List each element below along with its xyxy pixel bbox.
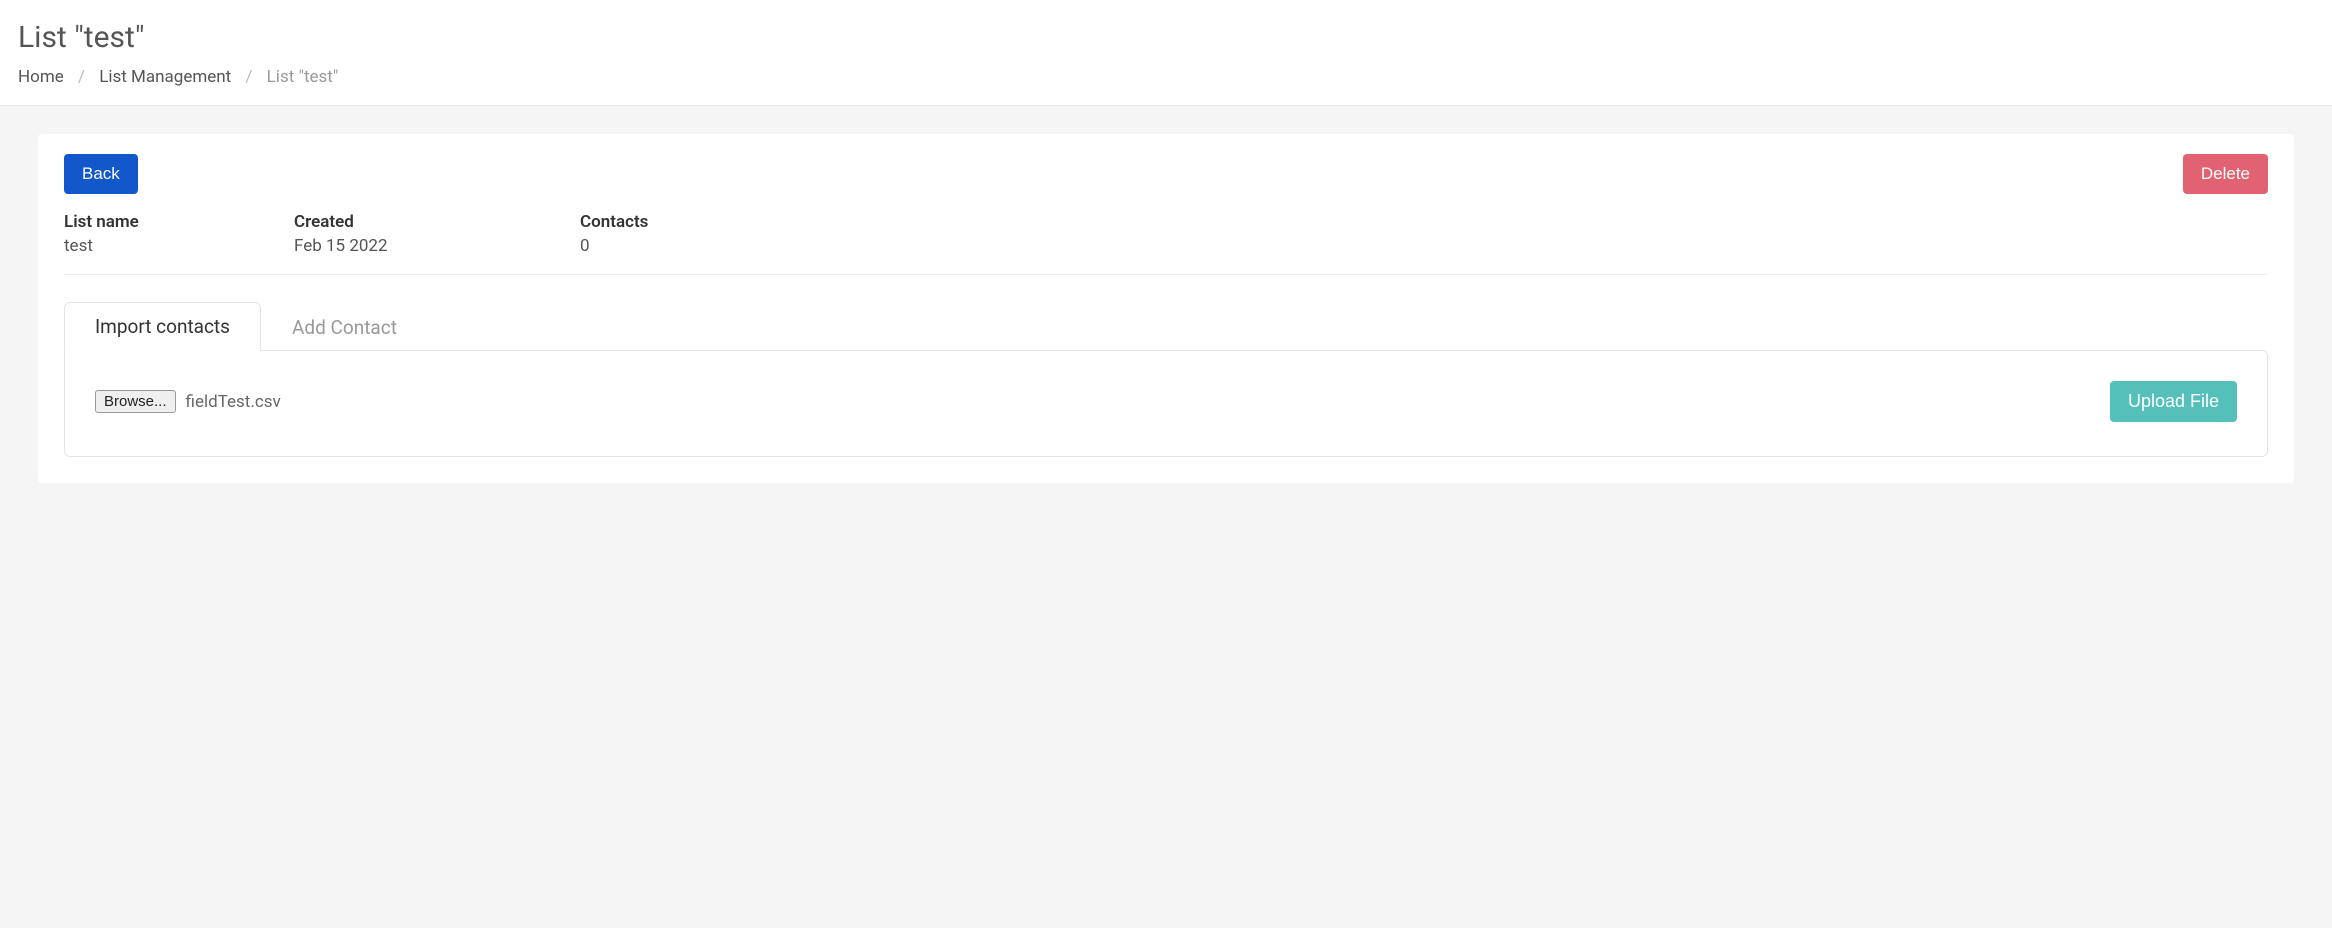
breadcrumb-home[interactable]: Home	[18, 67, 64, 87]
breadcrumb-current: List "test"	[267, 67, 339, 87]
meta-list-name-label: List name	[64, 212, 294, 232]
meta-created: Created Feb 15 2022	[294, 212, 580, 256]
meta-contacts-value: 0	[580, 236, 810, 256]
meta-contacts-label: Contacts	[580, 212, 810, 232]
meta-row: List name test Created Feb 15 2022 Conta…	[64, 212, 2268, 275]
breadcrumb-list-management[interactable]: List Management	[99, 67, 231, 87]
meta-list-name-value: test	[64, 236, 294, 256]
meta-contacts: Contacts 0	[580, 212, 810, 256]
meta-created-label: Created	[294, 212, 580, 232]
selected-file-name: fieldTest.csv	[186, 392, 281, 412]
breadcrumb-separator: /	[245, 67, 252, 87]
back-button[interactable]: Back	[64, 154, 138, 194]
page-title: List "test"	[18, 20, 2314, 55]
page-header: List "test" Home / List Management / Lis…	[0, 0, 2332, 106]
action-row: Back Delete	[64, 154, 2268, 194]
browse-button[interactable]: Browse...	[95, 390, 176, 413]
meta-list-name: List name test	[64, 212, 294, 256]
tabs: Import contacts Add Contact	[64, 301, 2268, 350]
upload-file-button[interactable]: Upload File	[2110, 381, 2237, 422]
tab-add-contact[interactable]: Add Contact	[261, 303, 428, 351]
breadcrumb-separator: /	[78, 67, 85, 87]
tab-import-contacts[interactable]: Import contacts	[64, 302, 261, 351]
meta-created-value: Feb 15 2022	[294, 236, 580, 256]
content-area: Back Delete List name test Created Feb 1…	[0, 106, 2332, 511]
file-selector: Browse... fieldTest.csv	[95, 390, 281, 413]
list-detail-card: Back Delete List name test Created Feb 1…	[38, 134, 2294, 483]
delete-button[interactable]: Delete	[2183, 154, 2268, 194]
import-contacts-panel: Browse... fieldTest.csv Upload File	[64, 350, 2268, 457]
breadcrumb: Home / List Management / List "test"	[18, 67, 2314, 87]
